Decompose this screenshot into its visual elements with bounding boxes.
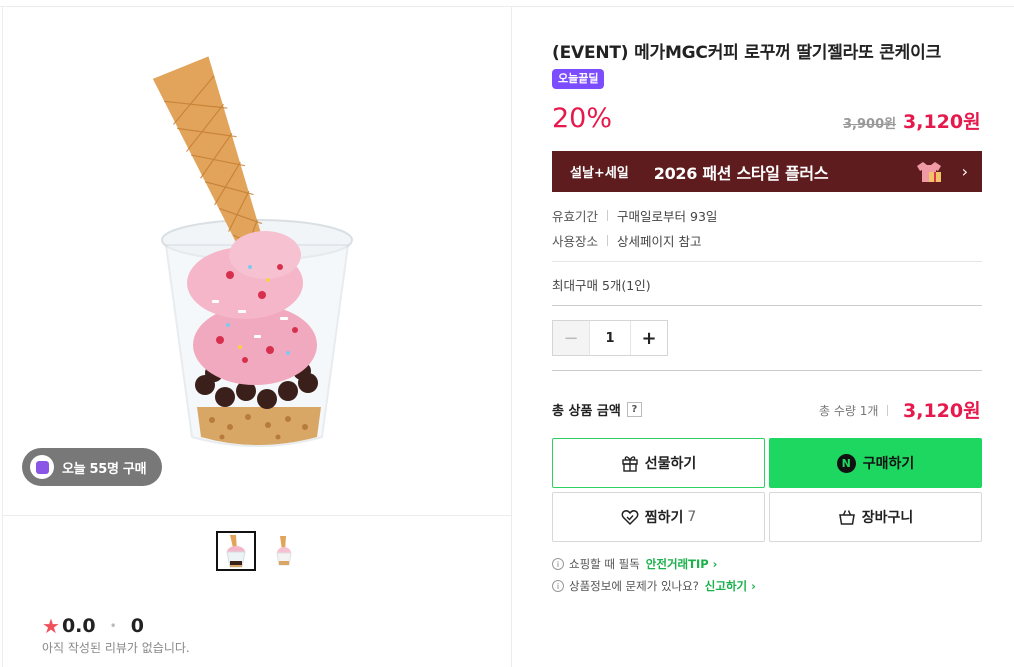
location-value: 상세페이지 참고 <box>617 234 702 249</box>
divider <box>552 370 982 371</box>
report-link[interactable]: 신고하기 › <box>705 578 756 594</box>
review-count: 0 <box>130 615 144 637</box>
quantity-stepper: − 1 + <box>552 320 668 356</box>
thumbnail-1[interactable] <box>216 531 256 571</box>
no-review-text: 아직 작성된 리뷰가 없습니다. <box>42 641 190 655</box>
validity-row: 유효기간 구매일로부터 93일 <box>552 206 717 225</box>
divider <box>552 305 982 306</box>
info-icon: i <box>552 580 564 592</box>
today-buy-count-badge: 오늘 55명 구매 <box>22 448 163 486</box>
tip-text: 상품정보에 문제가 있나요? <box>569 579 699 593</box>
help-icon[interactable]: ? <box>626 402 642 417</box>
heart-icon <box>621 510 639 526</box>
original-price: 3,900원 <box>843 117 897 132</box>
cart-button[interactable]: 장바구니 <box>769 492 982 542</box>
promo-banner[interactable]: 설날+세일 2026 패션 스타일 플러스 › <box>552 151 982 192</box>
wishlist-button-label: 찜하기 <box>644 510 684 526</box>
wishlist-button[interactable]: 찜하기 7 <box>552 492 765 542</box>
quantity-value[interactable]: 1 <box>589 321 631 355</box>
chevron-right-icon: › <box>961 162 968 181</box>
promo-tag: 설날+세일 <box>570 166 629 181</box>
thumbnail-2[interactable] <box>264 531 304 571</box>
max-purchase: 최대구매 5개(1인) <box>552 278 651 293</box>
validity-label: 유효기간 <box>552 209 599 224</box>
discount-rate: 20% <box>552 103 613 134</box>
gift-button-label: 선물하기 <box>644 456 697 472</box>
decrease-quantity-button[interactable]: − <box>553 321 589 355</box>
today-deal-badge: 오늘끝딜 <box>552 69 605 89</box>
safe-trade-tip: i 쇼핑할 때 필독 안전거래TIP › <box>552 556 717 572</box>
location-row: 사용장소 상세페이지 참고 <box>552 231 702 250</box>
product-title: (EVENT) 메가MGC커피 로꾸꺼 딸기젤라또 콘케이크 <box>552 43 942 63</box>
buy-count-text: 오늘 55명 구매 <box>62 461 147 477</box>
star-icon: ★ <box>42 614 60 638</box>
report-tip: i 상품정보에 문제가 있나요? 신고하기 › <box>552 578 756 594</box>
location-label: 사용장소 <box>552 234 599 249</box>
increase-quantity-button[interactable]: + <box>631 321 667 355</box>
rating-score: 0.0 <box>61 615 96 637</box>
info-icon: i <box>552 558 564 570</box>
shopping-bag-icon <box>30 455 54 479</box>
tip-text: 쇼핑할 때 필독 <box>569 557 640 571</box>
total-label-group: 총 상품 금액 ? <box>552 400 642 419</box>
naver-pay-icon: N <box>836 453 856 473</box>
product-image <box>150 55 365 465</box>
clothing-gift-icon <box>916 161 941 182</box>
total-label: 총 상품 금액 <box>552 404 621 419</box>
validity-value: 구매일로부터 93일 <box>617 209 718 224</box>
total-quantity: 총 수량 1개 <box>819 402 889 419</box>
shopping-bag-icon <box>838 510 855 525</box>
buy-button[interactable]: N 구매하기 <box>769 438 982 488</box>
thumbnail-list <box>216 531 304 571</box>
gift-button[interactable]: 선물하기 <box>552 438 765 488</box>
total-quantity-text: 총 수량 1개 <box>819 404 879 418</box>
rating-summary: ★ 0.0 • 0 <box>42 614 144 638</box>
dot-separator: • <box>109 619 117 633</box>
buy-button-label: 구매하기 <box>862 456 915 472</box>
promo-title: 2026 패션 스타일 플러스 <box>653 163 829 183</box>
total-price: 3,120원 <box>903 400 981 422</box>
sale-price: 3,120원 <box>903 111 981 133</box>
safe-trade-tip-link[interactable]: 안전거래TIP › <box>646 556 718 572</box>
cart-button-label: 장바구니 <box>861 510 914 526</box>
gift-icon <box>622 456 638 472</box>
divider <box>552 261 982 262</box>
wishlist-count: 7 <box>687 509 697 525</box>
